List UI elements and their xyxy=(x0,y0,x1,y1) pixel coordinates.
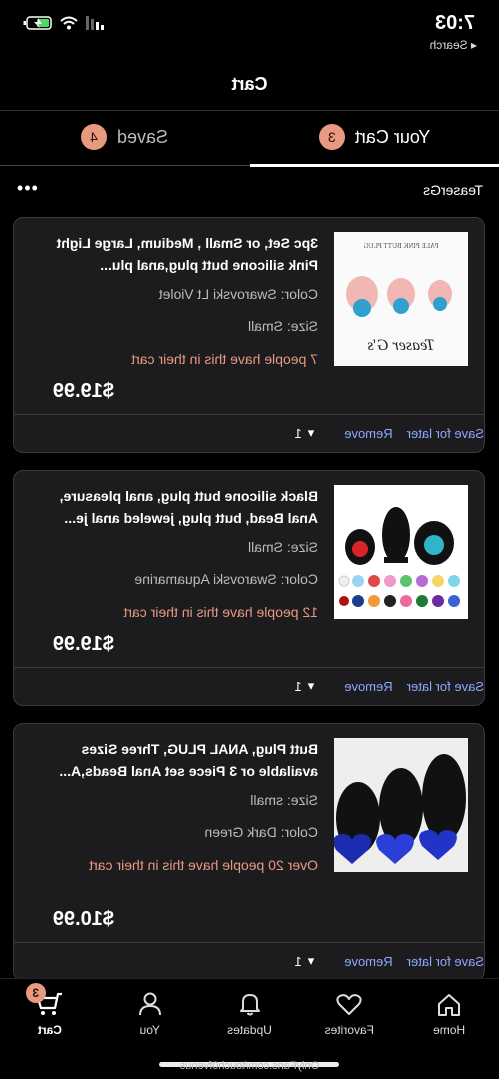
tab-home[interactable]: Home xyxy=(399,979,499,1043)
cart-demand-note: 12 people have this in their cart xyxy=(123,604,318,620)
tab-your-cart[interactable]: Your Cart 3 xyxy=(250,111,499,163)
product-name[interactable]: 3pc Set, or Small , Medium, Large Light … xyxy=(32,232,318,276)
quantity-value: 1 xyxy=(294,425,302,441)
status-time: 7:03 xyxy=(434,12,475,34)
product-price: $19.99 xyxy=(52,633,114,655)
cart-tabs: Your Cart 3 Saved 4 xyxy=(0,110,499,167)
tab-you[interactable]: You xyxy=(100,979,200,1043)
quantity-value: 1 xyxy=(294,953,302,969)
thumb-caption: PALE PINK BUTT PLUG xyxy=(364,242,439,250)
status-bar: 7:03 ◂ Search xyxy=(0,0,499,62)
product-image[interactable]: PALE PINK BUTT PLUG Teaser G's xyxy=(334,232,468,366)
tab-updates-label: Updates xyxy=(227,1023,272,1037)
thumb-logo: Teaser G's xyxy=(367,337,434,354)
tab-favorites-label: Favorites xyxy=(324,1023,374,1037)
product-image-art xyxy=(334,485,468,619)
remove-link[interactable]: Remove xyxy=(344,954,392,969)
app-root: 7:03 ◂ Search Cart Your Cart 3 Saved 4 T… xyxy=(0,0,499,1079)
cart-count-badge: 3 xyxy=(25,983,46,1003)
tab-saved-count: 4 xyxy=(80,124,107,150)
watermark: OnlyFans.com/touch0fvenus xyxy=(179,1060,320,1072)
home-icon xyxy=(438,994,461,1016)
heart-icon xyxy=(336,994,362,1015)
tab-saved-label: Saved xyxy=(116,126,169,147)
item-actions: Save for later Remove ▾ 1 xyxy=(14,943,484,979)
battery-charging-icon xyxy=(23,16,52,30)
tab-saved[interactable]: Saved 4 xyxy=(0,111,249,163)
product-image[interactable] xyxy=(334,485,468,619)
remove-link[interactable]: Remove xyxy=(344,426,392,441)
cellular-signal-icon xyxy=(86,16,104,30)
tab-updates[interactable]: Updates xyxy=(200,979,300,1043)
chevron-down-icon: ▾ xyxy=(307,953,315,968)
product-image-art xyxy=(334,738,468,872)
cart-item: PALE PINK BUTT PLUG Teaser G's 3pc Set, … xyxy=(13,217,485,453)
store-name[interactable]: TeaserGs xyxy=(423,182,483,198)
save-for-later-link[interactable]: Save for later xyxy=(407,679,484,694)
chevron-down-icon: ▾ xyxy=(307,425,315,440)
more-options-icon[interactable]: ••• xyxy=(16,178,38,199)
save-for-later-link[interactable]: Save for later xyxy=(407,954,484,969)
tab-cart-label: Cart xyxy=(37,1023,62,1037)
page-title: Cart xyxy=(231,74,268,94)
person-icon xyxy=(138,992,161,1016)
product-price: $19.99 xyxy=(52,380,114,402)
cart-item: Butt Plug, ANAL PLUG, Three Sizes availa… xyxy=(13,723,485,981)
tab-home-label: Home xyxy=(433,1023,466,1037)
product-size: Size: small xyxy=(250,792,318,808)
remove-link[interactable]: Remove xyxy=(344,679,392,694)
active-tab-indicator xyxy=(250,164,499,167)
cart-demand-note: 7 people have this in their cart xyxy=(131,351,318,367)
product-color: Color: Swarovski Lt Violet xyxy=(158,286,318,302)
bell-icon xyxy=(239,994,260,1016)
product-color: Color: Swarovski Aquamarine xyxy=(134,571,318,587)
item-actions: Save for later Remove ▾ 1 xyxy=(14,668,484,704)
chevron-down-icon: ▾ xyxy=(307,678,315,693)
save-for-later-link[interactable]: Save for later xyxy=(407,426,484,441)
status-icons xyxy=(22,16,104,30)
product-image[interactable] xyxy=(334,738,468,872)
tab-you-label: You xyxy=(139,1023,160,1037)
quantity-value: 1 xyxy=(294,678,302,694)
product-image-art: PALE PINK BUTT PLUG Teaser G's xyxy=(334,232,468,366)
cart-item: Black silicone butt plug, anal pleasure,… xyxy=(13,470,485,706)
product-size: Size: Small xyxy=(247,539,318,555)
item-actions: Save for later Remove ▾ 1 xyxy=(14,415,484,451)
bottom-tab-bar: Home Favorites Updates You Cart 3 xyxy=(0,978,499,1043)
quantity-select[interactable]: ▾ 1 xyxy=(294,425,314,441)
back-to-search-link[interactable]: ◂ Search xyxy=(430,38,477,52)
product-price: $10.99 xyxy=(52,908,114,930)
store-row: TeaserGs ••• xyxy=(0,176,499,204)
tab-favorites[interactable]: Favorites xyxy=(299,979,399,1043)
tab-your-cart-count: 3 xyxy=(318,124,345,150)
tab-your-cart-label: Your Cart xyxy=(354,126,431,147)
product-name[interactable]: Black silicone butt plug, anal pleasure,… xyxy=(32,485,318,529)
tab-cart[interactable]: Cart 3 xyxy=(0,979,100,1043)
product-size: Size: Small xyxy=(247,318,318,334)
wifi-icon xyxy=(60,16,78,30)
header: Cart xyxy=(0,62,499,110)
quantity-select[interactable]: ▾ 1 xyxy=(294,953,314,969)
quantity-select[interactable]: ▾ 1 xyxy=(294,678,314,694)
product-name[interactable]: Butt Plug, ANAL PLUG, Three Sizes availa… xyxy=(32,738,318,782)
cart-demand-note: Over 20 people have this in their cart xyxy=(89,857,318,873)
product-color: Color: Dark Green xyxy=(204,824,318,840)
